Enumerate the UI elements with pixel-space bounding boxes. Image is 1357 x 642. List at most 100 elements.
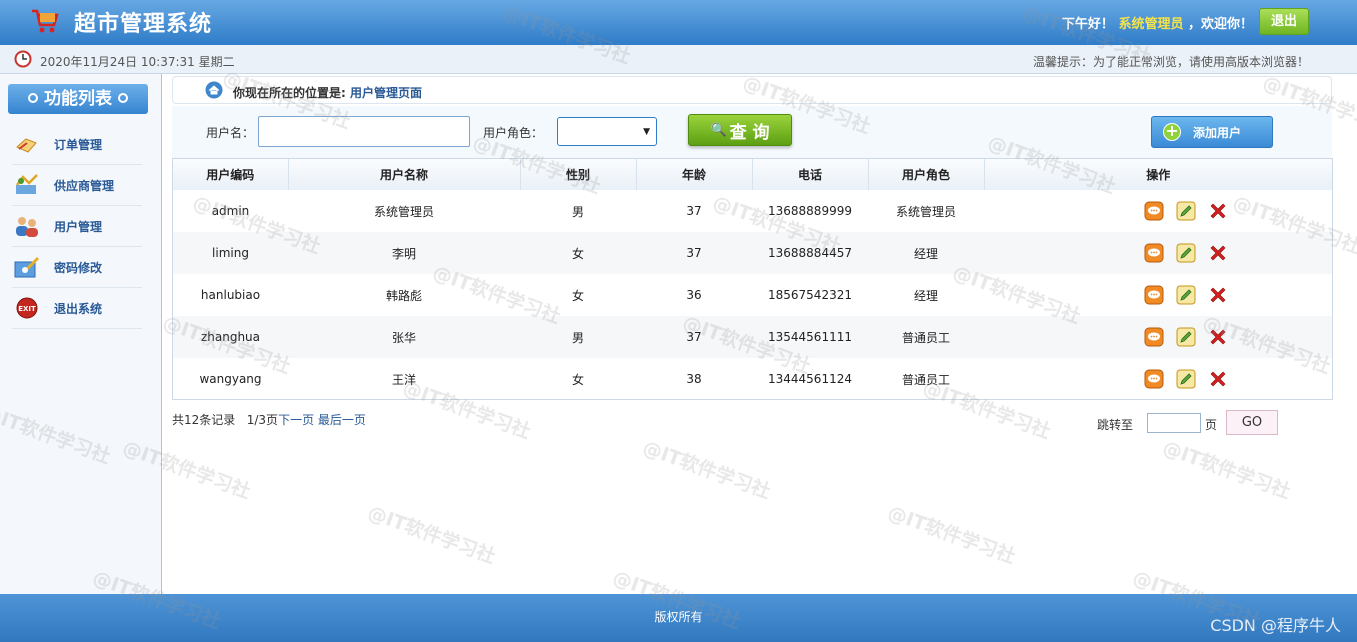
delete-icon[interactable] bbox=[1208, 201, 1228, 221]
column-header: 性别 bbox=[520, 159, 637, 190]
sidebar-menu: 订单管理 供应商管理 用户管理 密码修改 EXIT 退出系统 bbox=[12, 124, 142, 329]
table-cell: 经理 bbox=[868, 232, 984, 274]
next-page-link[interactable]: 下一页 bbox=[278, 413, 314, 427]
table-cell: 37 bbox=[636, 232, 752, 274]
table-cell: admin bbox=[211, 204, 250, 218]
sidebar: 功能列表 订单管理 供应商管理 用户管理 密码修改 EXIT 退出系统 bbox=[0, 74, 162, 594]
table-cell: 男 bbox=[571, 204, 584, 219]
user-table: 用户编码 用户名称 性别 年龄 电话 用户角色 操作 admin 系统管理员男 37… bbox=[172, 158, 1333, 400]
table-row: hanlubiao 韩路彪 女 36 18567542321 经理 bbox=[173, 274, 1332, 316]
table-cell: 37 bbox=[636, 316, 752, 358]
username-input[interactable] bbox=[258, 116, 470, 147]
table-row: liming 李明女 37 13688884457 经理 bbox=[173, 232, 1332, 274]
row-actions bbox=[984, 316, 1332, 358]
bullet-icon bbox=[28, 93, 38, 103]
greeting-suffix: ，欢迎你！ bbox=[1187, 17, 1253, 32]
query-button[interactable]: 🔍 查 询 bbox=[688, 114, 792, 146]
view-icon[interactable] bbox=[1144, 327, 1164, 347]
watermark-text: @IT软件学习社 bbox=[884, 501, 1019, 569]
greeting-prefix: 下午好！ bbox=[1061, 17, 1114, 32]
table-cell: 18567542321 bbox=[768, 288, 852, 302]
delete-icon[interactable] bbox=[1208, 369, 1228, 389]
go-button[interactable]: GO bbox=[1226, 410, 1278, 435]
view-icon[interactable] bbox=[1144, 243, 1164, 263]
sidebar-title-text: 功能列表 bbox=[44, 89, 112, 109]
svg-text:EXIT: EXIT bbox=[18, 305, 36, 313]
clock-icon bbox=[14, 50, 32, 68]
exit-icon: EXIT bbox=[12, 295, 42, 321]
footer: 版权所有 CSDN @程序牛人 bbox=[0, 594, 1357, 642]
pagination: 共12条记录 1/3页下一页 最后一页 bbox=[172, 411, 366, 428]
table-cell: 李明 bbox=[288, 232, 520, 274]
edit-icon[interactable] bbox=[1176, 201, 1196, 221]
table-cell: liming bbox=[173, 232, 288, 274]
table-cell: 36 bbox=[686, 288, 702, 302]
current-username: 系统管理员 bbox=[1118, 17, 1184, 32]
table-row: wangyang 王洋 女 38 13444561124 普通员工 bbox=[173, 358, 1332, 400]
edit-icon[interactable] bbox=[1176, 369, 1196, 389]
view-icon[interactable] bbox=[1144, 201, 1164, 221]
sidebar-item-label: 密码修改 bbox=[54, 260, 103, 275]
view-icon[interactable] bbox=[1144, 369, 1164, 389]
sidebar-item-exit[interactable]: EXIT 退出系统 bbox=[12, 288, 142, 329]
watermark-text: @IT软件学习社 bbox=[639, 436, 774, 504]
column-header: 电话 bbox=[752, 159, 869, 190]
current-datetime: 2020年11月24日 10:37:31 星期二 bbox=[40, 55, 235, 69]
add-user-button[interactable]: + 添加用户 bbox=[1151, 116, 1273, 148]
table-cell: 女 bbox=[571, 372, 584, 387]
last-page-link[interactable]: 最后一页 bbox=[318, 413, 366, 427]
sidebar-item-users[interactable]: 用户管理 bbox=[12, 206, 142, 247]
page-number-input[interactable] bbox=[1147, 413, 1201, 433]
table-cell: 13444561124 bbox=[768, 372, 852, 386]
info-bar: 2020年11月24日 10:37:31 星期二 温馨提示：为了能正常浏览，请使… bbox=[0, 45, 1357, 74]
sidebar-item-label: 用户管理 bbox=[54, 219, 103, 234]
sidebar-item-password[interactable]: 密码修改 bbox=[12, 247, 142, 288]
sidebar-item-suppliers[interactable]: 供应商管理 bbox=[12, 165, 142, 206]
delete-icon[interactable] bbox=[1208, 285, 1228, 305]
edit-icon[interactable] bbox=[1176, 243, 1196, 263]
top-header: 超市管理系统 下午好！ 系统管理员 ，欢迎你！ 退出 bbox=[0, 0, 1357, 45]
row-actions bbox=[984, 190, 1332, 232]
table-cell: 13688884457 bbox=[752, 232, 868, 274]
sidebar-title: 功能列表 bbox=[8, 84, 148, 114]
table-row: admin 系统管理员 男 37 13688889999 系统管理员 bbox=[173, 190, 1332, 232]
table-cell: 37 bbox=[686, 204, 702, 218]
table-cell: 系统管理员 bbox=[373, 204, 434, 219]
table-cell: 经理 bbox=[913, 288, 938, 303]
app-title: 超市管理系统 bbox=[74, 12, 213, 37]
add-user-label: 添加用户 bbox=[1193, 125, 1242, 140]
query-button-label: 查 询 bbox=[729, 122, 770, 143]
table-cell: 张华 bbox=[288, 316, 520, 358]
table-row: zhanghua 张华男 37 13544561111 普通员工 bbox=[173, 316, 1332, 358]
row-actions bbox=[984, 232, 1332, 274]
edit-icon[interactable] bbox=[1176, 285, 1196, 305]
password-icon bbox=[12, 254, 42, 280]
delete-icon[interactable] bbox=[1208, 243, 1228, 263]
table-cell: 系统管理员 bbox=[895, 204, 956, 219]
jump-label: 跳转至 bbox=[1097, 418, 1134, 432]
delete-icon[interactable] bbox=[1208, 327, 1228, 347]
table-cell: zhanghua bbox=[173, 316, 288, 358]
location-prefix: 你现在所在的位置是: bbox=[233, 86, 346, 100]
column-header: 用户编码 bbox=[173, 159, 289, 190]
sidebar-item-orders[interactable]: 订单管理 bbox=[12, 124, 142, 165]
edit-icon[interactable] bbox=[1176, 327, 1196, 347]
page-unit: 页 bbox=[1205, 418, 1218, 432]
table-cell: wangyang bbox=[199, 372, 262, 386]
view-icon[interactable] bbox=[1144, 285, 1164, 305]
logout-button[interactable]: 退出 bbox=[1259, 8, 1309, 35]
table-cell: 王洋 bbox=[391, 372, 416, 387]
watermark-text: @IT软件学习社 bbox=[1159, 436, 1294, 504]
column-header: 用户角色 bbox=[868, 159, 985, 190]
location-current[interactable]: 用户管理页面 bbox=[350, 86, 422, 100]
dropdown-arrow-icon: ▼ bbox=[643, 127, 650, 137]
username-label: 用户名： bbox=[206, 126, 255, 140]
total-records: 共12条记录 bbox=[172, 413, 236, 427]
sidebar-item-label: 退出系统 bbox=[54, 301, 103, 316]
browser-tip: 温馨提示：为了能正常浏览，请使用高版本浏览器！ bbox=[1032, 55, 1309, 69]
column-header: 操作 bbox=[984, 159, 1332, 190]
csdn-watermark: CSDN @程序牛人 bbox=[1210, 616, 1341, 635]
order-icon bbox=[12, 131, 42, 157]
copyright: 版权所有 bbox=[654, 610, 703, 624]
role-select[interactable]: ▼ bbox=[557, 117, 657, 146]
